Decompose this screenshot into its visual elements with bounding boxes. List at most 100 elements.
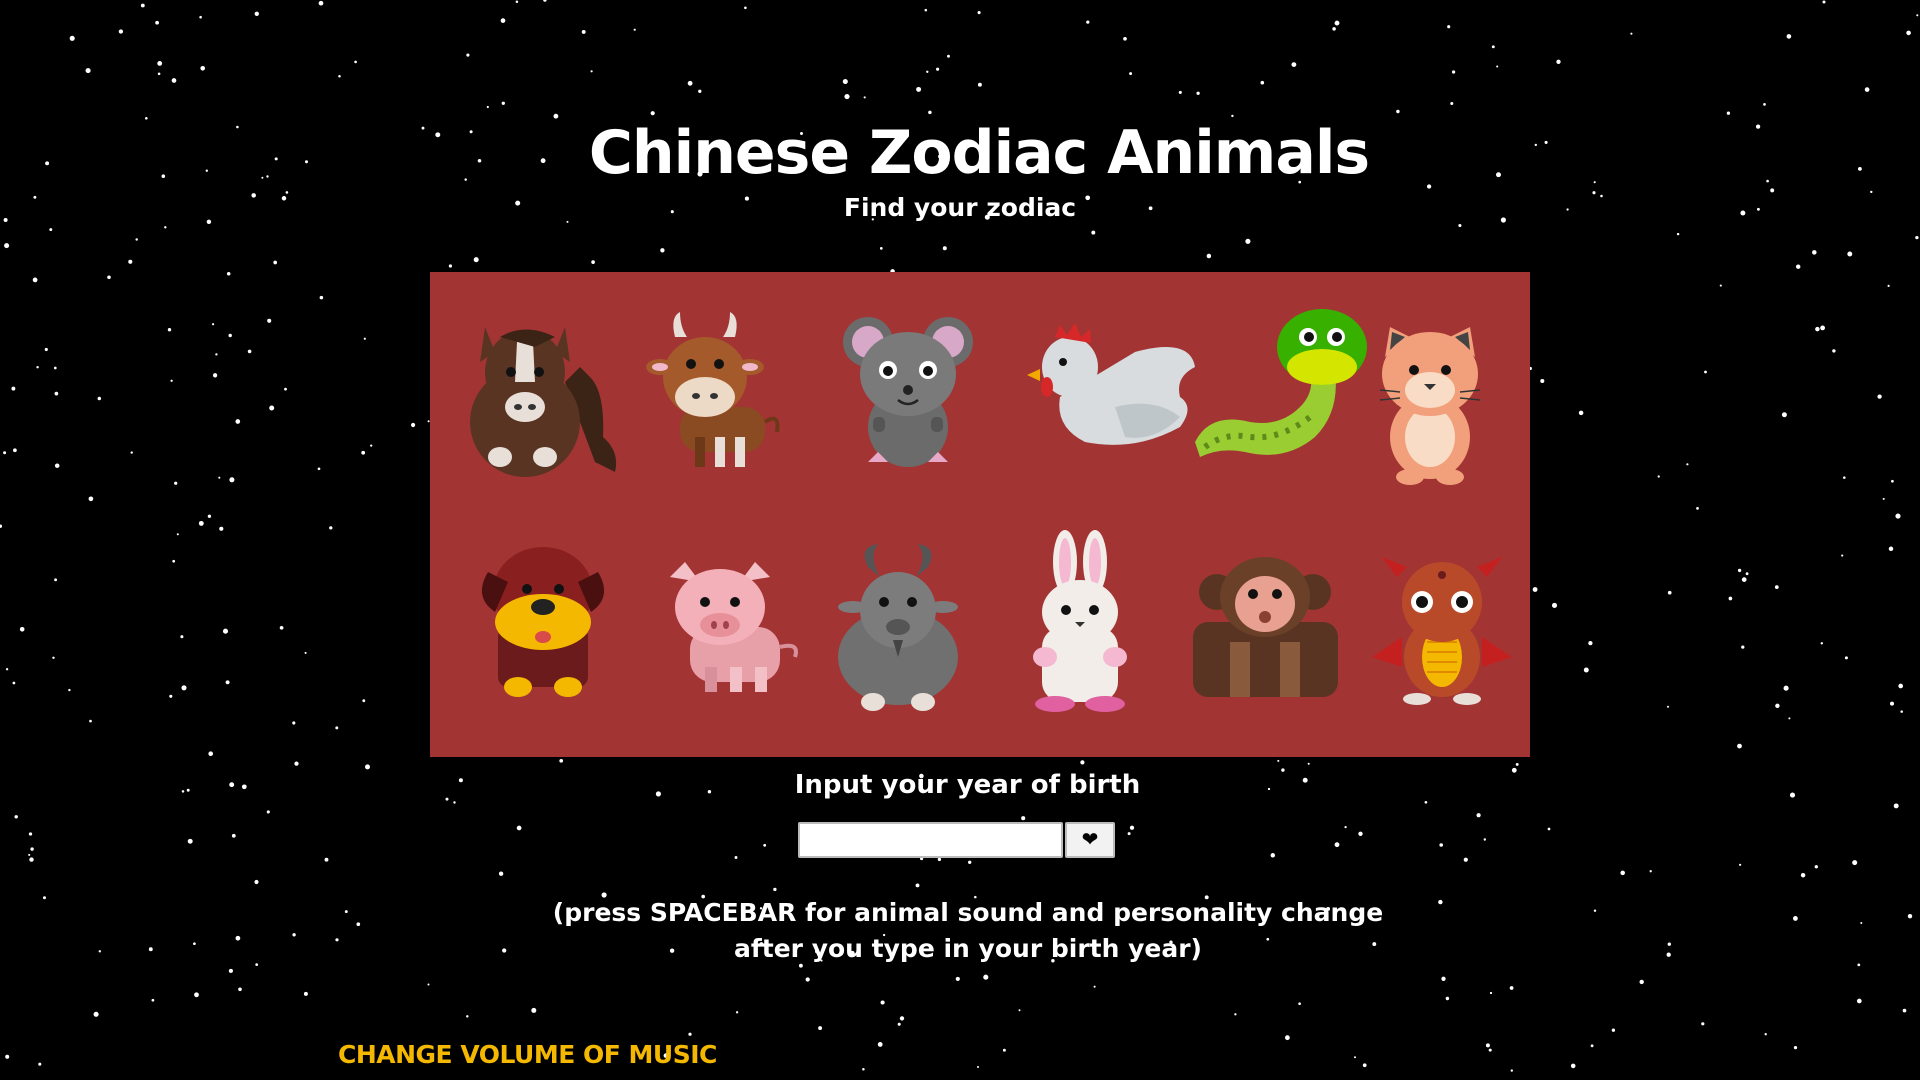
star bbox=[89, 719, 92, 723]
star bbox=[448, 264, 452, 268]
star bbox=[231, 833, 236, 838]
star bbox=[130, 451, 133, 454]
star bbox=[1362, 1063, 1367, 1068]
star bbox=[453, 801, 456, 804]
star bbox=[329, 526, 333, 530]
star bbox=[318, 0, 324, 6]
star bbox=[650, 111, 655, 116]
star bbox=[501, 101, 505, 105]
star bbox=[157, 60, 163, 66]
star bbox=[228, 968, 233, 973]
star bbox=[194, 992, 199, 998]
star bbox=[247, 349, 252, 354]
star bbox=[1086, 20, 1090, 24]
star bbox=[1307, 762, 1310, 765]
star bbox=[947, 54, 950, 58]
star bbox=[222, 628, 229, 634]
star bbox=[1510, 1069, 1513, 1072]
star bbox=[238, 987, 242, 992]
star bbox=[44, 347, 48, 352]
star bbox=[1630, 32, 1633, 35]
star bbox=[1291, 62, 1297, 68]
dragon-icon bbox=[1372, 557, 1512, 705]
star bbox=[744, 6, 747, 10]
star bbox=[1900, 710, 1903, 713]
star bbox=[1852, 860, 1858, 866]
star bbox=[1620, 870, 1625, 876]
star bbox=[968, 860, 972, 864]
star bbox=[1893, 803, 1899, 809]
star bbox=[279, 625, 284, 630]
star bbox=[1441, 976, 1446, 981]
star bbox=[69, 35, 75, 41]
star bbox=[942, 246, 947, 251]
star bbox=[54, 578, 58, 582]
star bbox=[862, 1067, 865, 1071]
star bbox=[688, 1032, 692, 1036]
rooster-icon bbox=[1027, 323, 1195, 445]
star bbox=[1786, 34, 1792, 39]
star bbox=[1812, 250, 1817, 255]
star bbox=[155, 20, 159, 25]
star bbox=[1764, 1033, 1767, 1036]
star bbox=[1701, 1022, 1705, 1026]
star bbox=[1018, 1009, 1021, 1012]
star bbox=[324, 857, 329, 862]
star bbox=[338, 74, 341, 78]
star bbox=[235, 419, 241, 424]
star bbox=[219, 526, 224, 531]
star bbox=[687, 80, 693, 86]
submit-button[interactable]: ❤ bbox=[1065, 822, 1115, 858]
star bbox=[427, 983, 430, 986]
star bbox=[1895, 513, 1901, 519]
star bbox=[93, 1011, 99, 1017]
star bbox=[36, 365, 39, 369]
star bbox=[1532, 587, 1538, 592]
star bbox=[1298, 1002, 1301, 1005]
star bbox=[1129, 825, 1135, 830]
star bbox=[1814, 865, 1818, 869]
star bbox=[1696, 507, 1699, 510]
star bbox=[28, 853, 31, 856]
star bbox=[97, 396, 102, 401]
star bbox=[1898, 683, 1904, 689]
heart-icon: ❤ bbox=[1081, 829, 1099, 851]
star bbox=[1890, 701, 1894, 706]
star bbox=[1234, 1013, 1237, 1016]
star bbox=[466, 1015, 469, 1018]
star bbox=[335, 726, 339, 730]
star bbox=[734, 856, 738, 859]
star bbox=[1515, 762, 1519, 766]
star bbox=[28, 832, 33, 836]
dog-icon bbox=[481, 547, 605, 697]
star bbox=[267, 318, 272, 323]
star bbox=[1547, 827, 1551, 831]
star bbox=[169, 694, 173, 698]
star bbox=[88, 496, 94, 502]
star bbox=[199, 15, 202, 19]
goat-icon bbox=[838, 544, 958, 711]
star bbox=[1129, 72, 1133, 76]
star bbox=[1439, 843, 1443, 847]
star bbox=[1649, 870, 1652, 873]
star bbox=[1551, 602, 1558, 608]
star bbox=[1666, 705, 1670, 708]
star bbox=[1588, 640, 1593, 646]
star bbox=[879, 247, 883, 250]
rat-icon bbox=[843, 317, 973, 467]
birth-year-input[interactable] bbox=[798, 822, 1063, 858]
star bbox=[926, 70, 929, 74]
star bbox=[228, 333, 232, 338]
star bbox=[1676, 232, 1680, 236]
star bbox=[559, 758, 564, 763]
change-volume-button[interactable]: CHANGE VOLUME OF MUSIC bbox=[338, 1040, 717, 1069]
star bbox=[1285, 1035, 1290, 1041]
star bbox=[1888, 546, 1894, 552]
star bbox=[1489, 991, 1493, 995]
star bbox=[1196, 91, 1200, 95]
star bbox=[1667, 590, 1672, 595]
star bbox=[1270, 853, 1276, 858]
star bbox=[1002, 1048, 1006, 1052]
star bbox=[269, 405, 275, 411]
star bbox=[1447, 25, 1451, 29]
